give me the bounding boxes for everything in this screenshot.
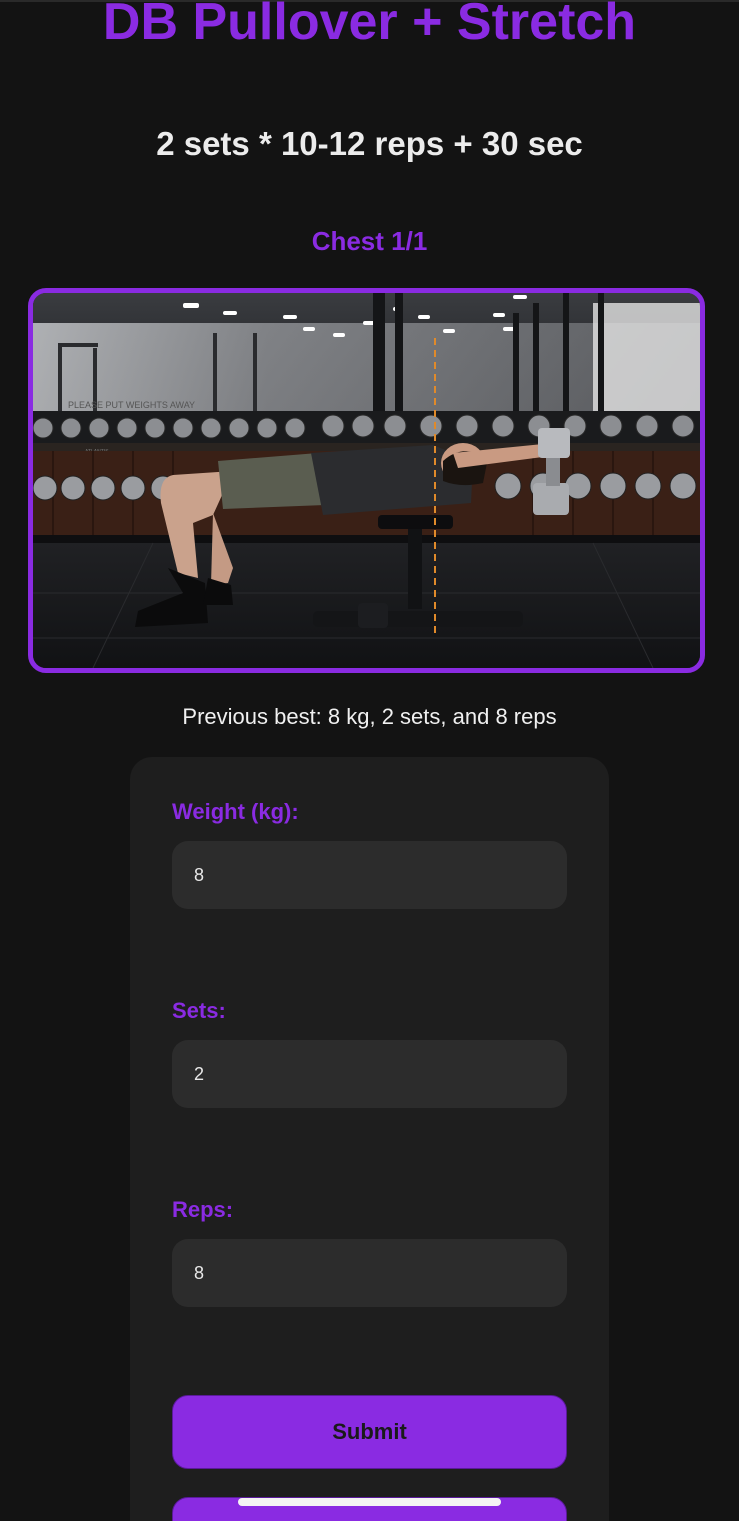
- sets-label: Sets:: [172, 998, 226, 1023]
- exercise-page: DB Pullover + Stretch 2 sets * 10-12 rep…: [0, 0, 739, 1521]
- exercise-photo-icon: PLEASE PUT WEIGHTS AWAY ATLANTIS: [33, 293, 700, 668]
- exercise-title: DB Pullover + Stretch: [102, 0, 637, 51]
- submit-button[interactable]: Submit: [172, 1395, 567, 1469]
- exercise-category: Chest 1/1: [311, 226, 428, 256]
- sets-input[interactable]: [172, 1040, 567, 1108]
- log-form: Weight (kg): Sets: Reps: Submit: [130, 757, 609, 1521]
- weight-label: Weight (kg):: [172, 799, 299, 824]
- exercise-prescription: 2 sets * 10-12 reps + 30 sec: [156, 125, 583, 162]
- home-indicator[interactable]: [238, 1498, 501, 1506]
- weight-input[interactable]: [172, 841, 567, 909]
- reps-input[interactable]: [172, 1239, 567, 1307]
- wall-sign: PLEASE PUT WEIGHTS AWAY: [68, 400, 195, 410]
- exercise-demo-image: PLEASE PUT WEIGHTS AWAY ATLANTIS: [28, 288, 705, 673]
- previous-best: Previous best: 8 kg, 2 sets, and 8 reps: [182, 704, 557, 729]
- reps-label: Reps:: [172, 1197, 234, 1222]
